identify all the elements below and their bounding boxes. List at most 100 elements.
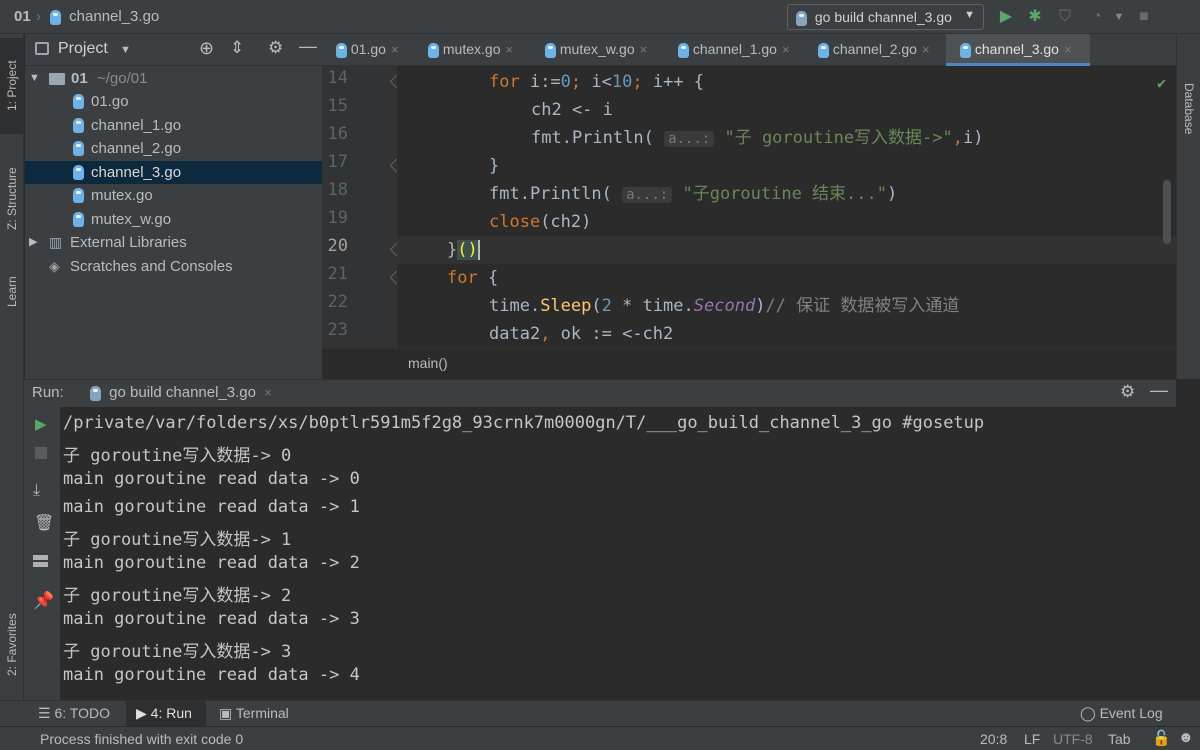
close-icon[interactable]: × — [505, 42, 513, 57]
code-line-18: fmt.Println( a...: "子goroutine 结束...") — [489, 184, 898, 204]
close-icon[interactable]: × — [640, 42, 648, 57]
stop-icon[interactable] — [35, 447, 47, 459]
breadcrumb-file[interactable]: channel_3.go — [50, 8, 159, 25]
run-label: 4: Run — [150, 705, 192, 721]
inspector-icon[interactable]: ☻ — [1178, 729, 1194, 746]
lock-icon[interactable]: 🔓 — [1152, 729, 1171, 747]
breadcrumb-project[interactable]: 01 — [14, 8, 31, 25]
pin-icon[interactable]: 📌 — [33, 591, 54, 611]
close-icon[interactable]: × — [782, 42, 790, 57]
terminal-label: Terminal — [235, 705, 289, 721]
scroll-to-end-icon[interactable]: ⤓ — [33, 482, 40, 500]
text-caret — [477, 240, 480, 260]
console-output[interactable]: /private/var/folders/xs/b0ptlr591m5f2g8_… — [60, 407, 1176, 700]
gear-icon[interactable]: ⚙ — [1120, 382, 1135, 402]
todo-label: 6: TODO — [54, 705, 110, 721]
tab-mutex-w[interactable]: mutex_w.go × — [531, 34, 664, 66]
check-icon: ✔ — [1157, 74, 1167, 92]
locate-icon[interactable]: ⊕ — [199, 38, 214, 59]
terminal-icon: ▣ — [219, 705, 233, 721]
coverage-icon[interactable]: ⛉ — [1054, 6, 1076, 28]
console-line: 子 goroutine写入数据-> 0 — [63, 446, 292, 466]
rerun-icon[interactable]: ▶ — [35, 415, 47, 433]
tree-file-mutex[interactable]: mutex.go — [25, 184, 322, 207]
tab-channel-3[interactable]: channel_3.go × — [946, 34, 1090, 66]
tab-channel-2[interactable]: channel_2.go × — [804, 34, 946, 66]
chevron-down-icon: ▼ — [29, 72, 40, 84]
hide-panel-icon[interactable]: — — [299, 36, 317, 57]
right-tool-stripe: Database — [1176, 34, 1200, 379]
breadcrumb-function[interactable]: main() — [408, 355, 448, 371]
line-number: 16 — [327, 124, 348, 144]
line-number: 23 — [327, 320, 348, 340]
bottom-tool-tabs: ☰ 6: TODO ▶ 4: Run ▣ Terminal ◯ Event Lo… — [0, 700, 1200, 727]
go-file-icon — [818, 42, 829, 58]
tool-tab-terminal[interactable]: ▣ Terminal — [219, 705, 289, 722]
chevron-down-icon[interactable]: ▼ — [1108, 6, 1130, 28]
tab-channel-1[interactable]: channel_1.go × — [664, 34, 804, 66]
breadcrumb-file-label: channel_3.go — [69, 8, 160, 25]
code-comment: // 保证 数据被写入通道 — [765, 296, 960, 316]
tree-file-channel-3[interactable]: channel_3.go — [25, 161, 322, 184]
go-file-icon — [90, 385, 101, 401]
tree-root-folder[interactable]: ▼ 01 ~/go/01 — [25, 67, 322, 90]
layout-icon[interactable] — [33, 555, 48, 567]
code-editor[interactable]: for i:=0; i<10; i++ { ch2 <- i fmt.Print… — [397, 66, 1176, 348]
line-separator[interactable]: LF — [1024, 731, 1040, 747]
root-folder-path: ~/go/01 — [97, 70, 148, 87]
editor-scrollbar[interactable] — [1163, 180, 1171, 244]
close-icon[interactable]: × — [1064, 42, 1072, 57]
run-icon[interactable]: ▶ — [995, 6, 1017, 28]
gear-icon[interactable]: ⚙ — [268, 38, 283, 58]
console-line: main goroutine read data -> 4 — [63, 665, 360, 685]
close-icon[interactable]: × — [264, 385, 272, 400]
tool-tab-project[interactable]: 1: Project — [0, 38, 24, 134]
tool-tab-favorites[interactable]: 2: Favorites — [0, 590, 24, 700]
tab-label: 01.go — [350, 41, 386, 57]
tab-mutex[interactable]: mutex.go × — [414, 34, 531, 66]
go-file-icon — [73, 118, 84, 133]
tab-01-go[interactable]: 01.go × — [322, 34, 414, 66]
run-tab-label: go build channel_3.go — [109, 384, 256, 401]
tree-file-channel-1[interactable]: channel_1.go — [25, 114, 322, 137]
close-icon[interactable]: × — [391, 42, 399, 57]
trash-icon[interactable]: 🗑 — [34, 513, 54, 533]
left-tool-stripe: 1: Project Z: Structure Learn 2: Favorit… — [0, 34, 24, 700]
project-view-select[interactable]: Project — [58, 40, 108, 58]
profile-icon[interactable]: ◔ — [1086, 6, 1108, 28]
tool-tab-learn[interactable]: Learn — [0, 262, 24, 322]
event-log-label: Event Log — [1099, 705, 1163, 721]
tree-file-channel-2[interactable]: channel_2.go — [25, 137, 322, 160]
tool-tab-structure[interactable]: Z: Structure — [0, 144, 24, 254]
hide-panel-icon[interactable]: — — [1150, 380, 1168, 401]
caret-position[interactable]: 20:8 — [980, 731, 1007, 747]
tree-external-libraries[interactable]: ▶ ▥ External Libraries — [25, 231, 322, 254]
editor-breadcrumb-bar: main() — [322, 348, 1176, 378]
run-tab[interactable]: go build channel_3.go × — [90, 384, 272, 401]
tool-tab-run[interactable]: ▶ 4: Run — [126, 701, 206, 727]
code-line-20: }() — [397, 236, 1176, 264]
tool-tab-database[interactable]: Database — [1177, 64, 1200, 154]
run-toolbar: ▶ ⤓ 🗑 📌 — [24, 407, 60, 700]
close-icon[interactable]: × — [922, 42, 930, 57]
chevron-down-icon[interactable]: ▼ — [120, 44, 131, 56]
run-config-select[interactable]: go build channel_3.go ▼ — [787, 4, 984, 30]
tab-label: mutex_w.go — [559, 41, 635, 57]
library-icon: ▥ — [49, 234, 63, 250]
tool-tab-todo[interactable]: ☰ 6: TODO — [38, 705, 110, 722]
folder-icon — [49, 73, 65, 85]
line-number: 18 — [327, 180, 348, 200]
external-libraries-label: External Libraries — [70, 234, 187, 251]
collapse-all-icon[interactable]: ⇕ — [230, 38, 244, 58]
debug-icon[interactable]: ✱ — [1024, 6, 1046, 28]
file-encoding[interactable]: UTF-8 — [1053, 731, 1093, 747]
console-line: 子 goroutine写入数据-> 3 — [63, 642, 292, 662]
file-label: 01.go — [91, 93, 129, 110]
indent-setting[interactable]: Tab — [1108, 731, 1131, 747]
tree-scratches[interactable]: ◈ Scratches and Consoles — [25, 255, 322, 278]
stop-icon[interactable]: ■ — [1133, 6, 1155, 28]
code-line-21: for { — [447, 268, 499, 288]
tool-tab-event-log[interactable]: ◯ Event Log — [1080, 705, 1163, 722]
tree-file-01-go[interactable]: 01.go — [25, 90, 322, 113]
tree-file-mutex-w[interactable]: mutex_w.go — [25, 208, 322, 231]
